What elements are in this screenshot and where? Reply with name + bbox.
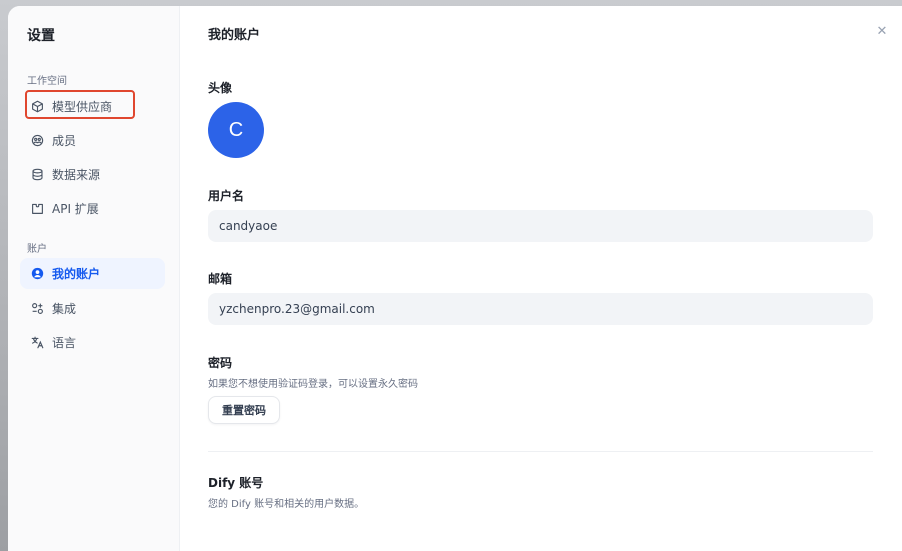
settings-sidebar: 设置 工作空间 模型供应商 成员 数据来源 API 扩展 账户 我的账户 集成 …	[8, 6, 180, 551]
sidebar-item-members[interactable]: 成员	[20, 125, 165, 156]
sidebar-item-label: 语言	[52, 336, 77, 350]
sidebar-title: 设置	[27, 28, 55, 44]
settings-modal: 设置 工作空间 模型供应商 成员 数据来源 API 扩展 账户 我的账户 集成 …	[8, 6, 902, 551]
sidebar-item-api-extension[interactable]: API 扩展	[20, 193, 165, 224]
sidebar-item-label: 数据来源	[52, 168, 101, 182]
workspace-section-label: 工作空间	[27, 76, 67, 87]
integration-icon	[30, 302, 44, 316]
username-field[interactable]: candyaoe	[208, 210, 873, 242]
password-hint: 如果您不想使用验证码登录，可以设置永久密码	[208, 379, 418, 390]
page-title: 我的账户	[208, 28, 261, 43]
avatar-label: 头像	[208, 81, 233, 95]
account-panel: 我的账户 ✕ 头像 C 用户名 candyaoe 邮箱 yzchenpro.23…	[180, 6, 902, 551]
sidebar-item-data-source[interactable]: 数据来源	[20, 159, 165, 190]
dify-account-label: Dify 账号	[208, 476, 264, 490]
section-divider	[208, 451, 873, 452]
sidebar-item-label: API 扩展	[52, 202, 99, 216]
members-icon	[30, 134, 44, 148]
sidebar-item-integrations[interactable]: 集成	[20, 293, 165, 324]
reset-password-button[interactable]: 重置密码	[208, 396, 280, 424]
password-label: 密码	[208, 356, 233, 370]
sidebar-item-label: 成员	[52, 134, 77, 148]
sidebar-item-my-account[interactable]: 我的账户	[20, 258, 165, 289]
avatar[interactable]: C	[208, 102, 264, 158]
sidebar-item-label: 集成	[52, 302, 77, 316]
email-field: yzchenpro.23@gmail.com	[208, 293, 873, 325]
highlight-annotation	[25, 90, 135, 119]
database-icon	[30, 168, 44, 182]
user-circle-icon	[30, 267, 44, 281]
sidebar-item-label: 我的账户	[52, 267, 101, 281]
sidebar-item-language[interactable]: 语言	[20, 327, 165, 358]
close-icon: ✕	[876, 23, 888, 39]
dify-account-hint: 您的 Dify 账号和相关的用户数据。	[208, 499, 365, 510]
api-extension-icon	[30, 202, 44, 216]
username-label: 用户名	[208, 189, 245, 203]
email-label: 邮箱	[208, 272, 233, 286]
translate-icon	[30, 336, 44, 350]
close-button[interactable]: ✕	[874, 23, 890, 39]
account-section-label: 账户	[27, 244, 47, 255]
